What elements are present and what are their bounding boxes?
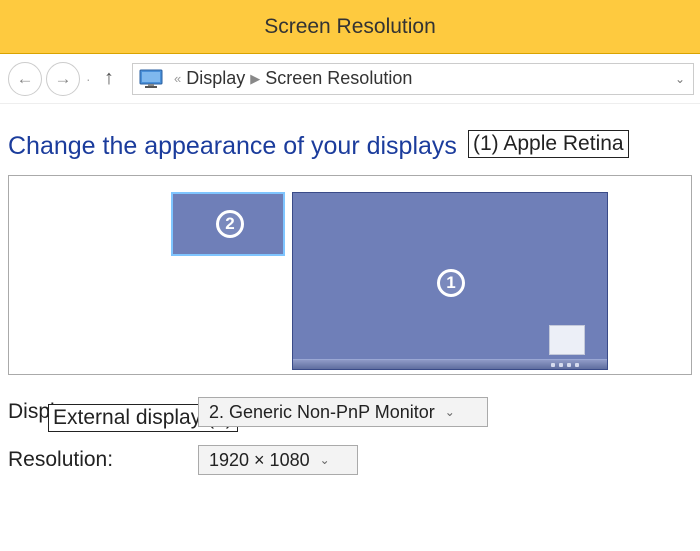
- chevron-down-icon[interactable]: ⌄: [675, 72, 685, 86]
- monitor-1-badge: 1: [437, 269, 465, 297]
- breadcrumb-sep-left: «: [169, 71, 186, 86]
- taskbar-strip: [293, 359, 607, 369]
- arrow-up-icon: ↑: [104, 67, 114, 90]
- chevron-right-icon: ▶: [245, 71, 265, 87]
- monitor-1[interactable]: 1: [292, 192, 608, 370]
- monitor-2-badge: 2: [216, 210, 244, 238]
- breadcrumb-item-screen-resolution[interactable]: Screen Resolution: [265, 68, 412, 89]
- back-button[interactable]: ←: [8, 62, 42, 96]
- taskbar-tray-icon: [549, 325, 585, 355]
- resolution-label: Resolution:: [8, 448, 198, 472]
- taskbar-dots-icon: [551, 363, 579, 367]
- breadcrumb[interactable]: « Display ▶ Screen Resolution ⌄: [132, 63, 694, 95]
- nav-separator: ·: [82, 71, 92, 87]
- up-button[interactable]: ↑: [96, 66, 122, 92]
- monitor-2[interactable]: 2: [171, 192, 285, 256]
- content-area: Change the appearance of your displays (…: [0, 104, 700, 475]
- chevron-down-icon: ⌄: [445, 405, 455, 419]
- annotation-apple-retina: (1) Apple Retina: [468, 130, 629, 158]
- chevron-down-icon: ⌄: [320, 453, 330, 467]
- resolution-dropdown[interactable]: 1920 × 1080 ⌄: [198, 445, 358, 475]
- display-dropdown-value: 2. Generic Non-PnP Monitor: [209, 402, 435, 423]
- forward-button[interactable]: →: [46, 62, 80, 96]
- window-title: Screen Resolution: [264, 15, 436, 39]
- display-dropdown[interactable]: 2. Generic Non-PnP Monitor ⌄: [198, 397, 488, 427]
- nav-row: ← → · ↑ « Display ▶ Screen Resolution ⌄: [0, 54, 700, 104]
- breadcrumb-item-display[interactable]: Display: [186, 68, 245, 89]
- monitor-icon: [139, 69, 163, 89]
- arrow-right-icon: →: [55, 69, 72, 89]
- resolution-dropdown-value: 1920 × 1080: [209, 450, 310, 471]
- display-layout-preview[interactable]: 2 1: [8, 175, 692, 375]
- window-title-bar: Screen Resolution: [0, 0, 700, 54]
- arrow-left-icon: ←: [17, 69, 34, 89]
